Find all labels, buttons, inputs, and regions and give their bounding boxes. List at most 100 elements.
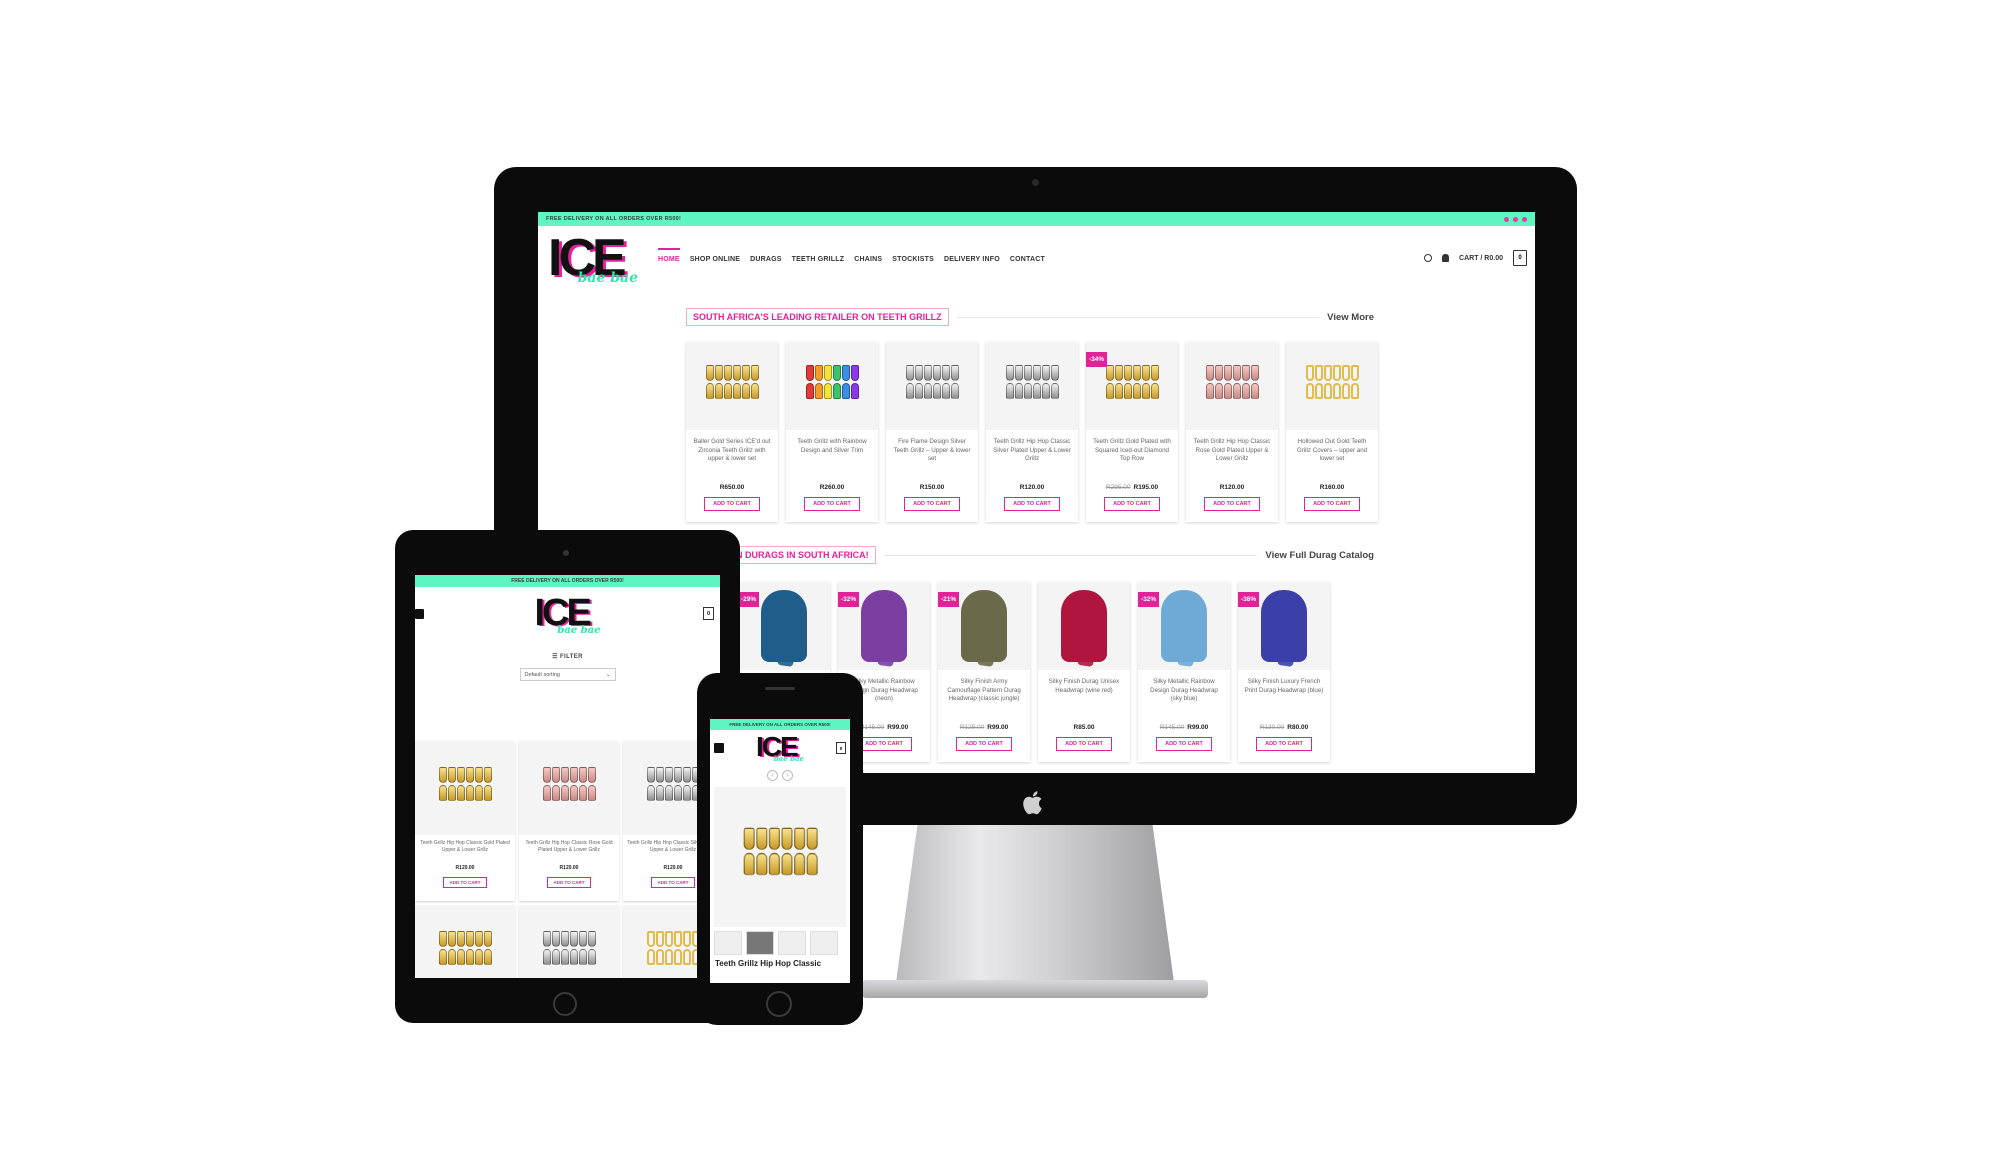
product-image[interactable] bbox=[786, 342, 878, 430]
instagram-icon[interactable] bbox=[1513, 216, 1518, 222]
product-image[interactable]: -32% bbox=[838, 582, 930, 670]
product-image[interactable] bbox=[1038, 582, 1130, 670]
product-name[interactable]: Teeth Grillz Hip Hop Classic Gold Plated… bbox=[415, 835, 515, 865]
cart-icon[interactable]: 0 bbox=[836, 742, 846, 754]
product-card[interactable] bbox=[415, 905, 515, 978]
product-name[interactable]: Teeth Grillz Gold Plated with Squared Ic… bbox=[1086, 430, 1178, 482]
grillz-product-row: Baller Gold Series ICE'd out Zirconia Te… bbox=[686, 342, 1378, 522]
site-logo[interactable]: ICE bae bae bbox=[756, 733, 804, 764]
menu-icon[interactable] bbox=[714, 743, 724, 753]
product-card[interactable]: -34% Teeth Grillz Gold Plated with Square… bbox=[1086, 342, 1178, 522]
product-title: Teeth Grillz Hip Hop Classic bbox=[715, 959, 822, 968]
site-logo[interactable]: ICE bae bae bbox=[548, 232, 638, 286]
nav-item[interactable]: DELIVERY INFO bbox=[944, 256, 1000, 263]
add-to-cart-button[interactable]: ADD TO CART bbox=[1256, 737, 1312, 751]
product-image[interactable] bbox=[519, 905, 619, 978]
site-logo[interactable]: ICE bae bae bbox=[535, 594, 601, 636]
add-to-cart-button[interactable]: ADD TO CART bbox=[1056, 737, 1112, 751]
nav-item[interactable]: DURAGS bbox=[750, 256, 782, 263]
product-card[interactable]: Teeth Grillz Hip Hop Classic Silver Plat… bbox=[986, 342, 1078, 522]
promo-text: FREE DELIVERY ON ALL ORDERS OVER R500! bbox=[729, 722, 831, 727]
product-name[interactable]: Silky Finish Durag Unisex Headwrap (wine… bbox=[1038, 670, 1130, 722]
menu-icon[interactable] bbox=[415, 609, 424, 619]
account-icon[interactable] bbox=[1442, 254, 1450, 262]
view-more-link[interactable]: View More bbox=[1327, 312, 1374, 323]
thumbnail[interactable] bbox=[714, 931, 742, 955]
product-image[interactable] bbox=[519, 741, 619, 835]
product-name[interactable]: Teeth Grillz Hip Hop Classic Rose Gold P… bbox=[1186, 430, 1278, 482]
add-to-cart-button[interactable]: ADD TO CART bbox=[1156, 737, 1212, 751]
product-image[interactable]: -34% bbox=[1086, 342, 1178, 430]
grillz-image bbox=[534, 767, 604, 809]
current-price: R99.00 bbox=[987, 724, 1009, 731]
product-name[interactable]: Baller Gold Series ICE'd out Zirconia Te… bbox=[686, 430, 778, 482]
thumbnail[interactable] bbox=[810, 931, 838, 955]
search-icon[interactable] bbox=[1424, 254, 1433, 262]
product-image[interactable] bbox=[1186, 342, 1278, 430]
cart-icon[interactable]: 0 bbox=[1513, 250, 1527, 266]
product-card[interactable]: Fire Flame Design Silver Teeth Grillz – … bbox=[886, 342, 978, 522]
filter-label: FILTER bbox=[559, 654, 583, 660]
add-to-cart-button[interactable]: ADD TO CART bbox=[904, 497, 960, 511]
add-to-cart-button[interactable]: ADD TO CART bbox=[1104, 497, 1160, 511]
product-name[interactable]: Silky Finish Army Camouflage Pattern Dur… bbox=[938, 670, 1030, 722]
product-image[interactable] bbox=[986, 342, 1078, 430]
nav-item[interactable]: TEETH GRILLZ bbox=[792, 256, 845, 263]
product-image[interactable]: -21% bbox=[938, 582, 1030, 670]
product-card[interactable]: -21% Silky Finish Army Camouflage Pattern… bbox=[938, 582, 1030, 762]
chevron-right-icon[interactable]: › bbox=[782, 770, 793, 781]
product-name[interactable]: Teeth Grillz with Rainbow Design and Sil… bbox=[786, 430, 878, 482]
product-card[interactable]: Teeth Grillz Hip Hop Classic Rose Gold P… bbox=[1186, 342, 1278, 522]
product-card[interactable]: Baller Gold Series ICE'd out Zirconia Te… bbox=[686, 342, 778, 522]
product-name[interactable]: Teeth Grillz Hip Hop Classic Rose Gold P… bbox=[519, 835, 619, 865]
product-card[interactable]: Teeth Grillz Hip Hop Classic Gold Plated… bbox=[415, 741, 515, 901]
add-to-cart-button[interactable]: ADD TO CART bbox=[804, 497, 860, 511]
product-image[interactable]: -38% bbox=[1238, 582, 1330, 670]
product-name[interactable]: Fire Flame Design Silver Teeth Grillz – … bbox=[886, 430, 978, 482]
filter-button[interactable]: ☰ FILTER bbox=[415, 653, 720, 660]
add-to-cart-button[interactable]: ADD TO CART bbox=[1204, 497, 1260, 511]
view-durag-catalog-link[interactable]: View Full Durag Catalog bbox=[1265, 550, 1374, 561]
product-card[interactable]: Teeth Grillz Hip Hop Classic Rose Gold P… bbox=[519, 741, 619, 901]
add-to-cart-button[interactable]: ADD TO CART bbox=[1304, 497, 1360, 511]
add-to-cart-button[interactable]: ADD TO CART bbox=[442, 877, 488, 888]
facebook-icon[interactable] bbox=[1504, 216, 1509, 222]
add-to-cart-button[interactable]: ADD TO CART bbox=[546, 877, 592, 888]
email-icon[interactable] bbox=[1522, 216, 1527, 222]
product-card[interactable]: Silky Finish Durag Unisex Headwrap (wine… bbox=[1038, 582, 1130, 762]
product-name[interactable]: Teeth Grillz Hip Hop Classic Silver Plat… bbox=[986, 430, 1078, 482]
add-to-cart-button[interactable]: ADD TO CART bbox=[1004, 497, 1060, 511]
product-image[interactable]: -32% bbox=[1138, 582, 1230, 670]
product-image[interactable] bbox=[686, 342, 778, 430]
nav-item[interactable]: HOME bbox=[658, 247, 680, 263]
product-image[interactable] bbox=[415, 741, 515, 835]
add-to-cart-button[interactable]: ADD TO CART bbox=[856, 737, 912, 751]
product-card[interactable]: -38% Silky Finish Luxury French Print Dur… bbox=[1238, 582, 1330, 762]
product-name[interactable]: Silky Finish Luxury French Print Durag H… bbox=[1238, 670, 1330, 722]
product-card[interactable]: Teeth Grillz with Rainbow Design and Sil… bbox=[786, 342, 878, 522]
product-card[interactable] bbox=[519, 905, 619, 978]
product-image[interactable]: -29% bbox=[738, 582, 830, 670]
nav-item[interactable]: SHOP ONLINE bbox=[690, 256, 740, 263]
nav-item[interactable]: CHAINS bbox=[854, 256, 882, 263]
nav-item[interactable]: CONTACT bbox=[1010, 256, 1045, 263]
add-to-cart-button[interactable]: ADD TO CART bbox=[704, 497, 760, 511]
thumbnail[interactable] bbox=[746, 931, 774, 955]
product-card[interactable]: -32% Silky Metallic Rainbow Design Durag … bbox=[1138, 582, 1230, 762]
grillz-image bbox=[1297, 365, 1367, 407]
sort-select[interactable]: Default sorting ⌄ bbox=[519, 668, 616, 681]
add-to-cart-button[interactable]: ADD TO CART bbox=[650, 877, 696, 888]
thumbnail[interactable] bbox=[778, 931, 806, 955]
product-name[interactable]: Hollowed Out Gold Teeth Grillz Covers – … bbox=[1286, 430, 1378, 482]
product-card[interactable]: Hollowed Out Gold Teeth Grillz Covers – … bbox=[1286, 342, 1378, 522]
chevron-left-icon[interactable]: ‹ bbox=[767, 770, 778, 781]
nav-item[interactable]: STOCKISTS bbox=[892, 256, 934, 263]
cart-icon[interactable]: 0 bbox=[703, 607, 714, 620]
product-name[interactable]: Silky Metallic Rainbow Design Durag Head… bbox=[1138, 670, 1230, 722]
product-image[interactable] bbox=[886, 342, 978, 430]
product-image[interactable] bbox=[415, 905, 515, 978]
product-main-image[interactable] bbox=[714, 787, 846, 927]
product-image[interactable] bbox=[1286, 342, 1378, 430]
add-to-cart-button[interactable]: ADD TO CART bbox=[956, 737, 1012, 751]
cart-link[interactable]: CART / R0.00 bbox=[1459, 255, 1503, 262]
